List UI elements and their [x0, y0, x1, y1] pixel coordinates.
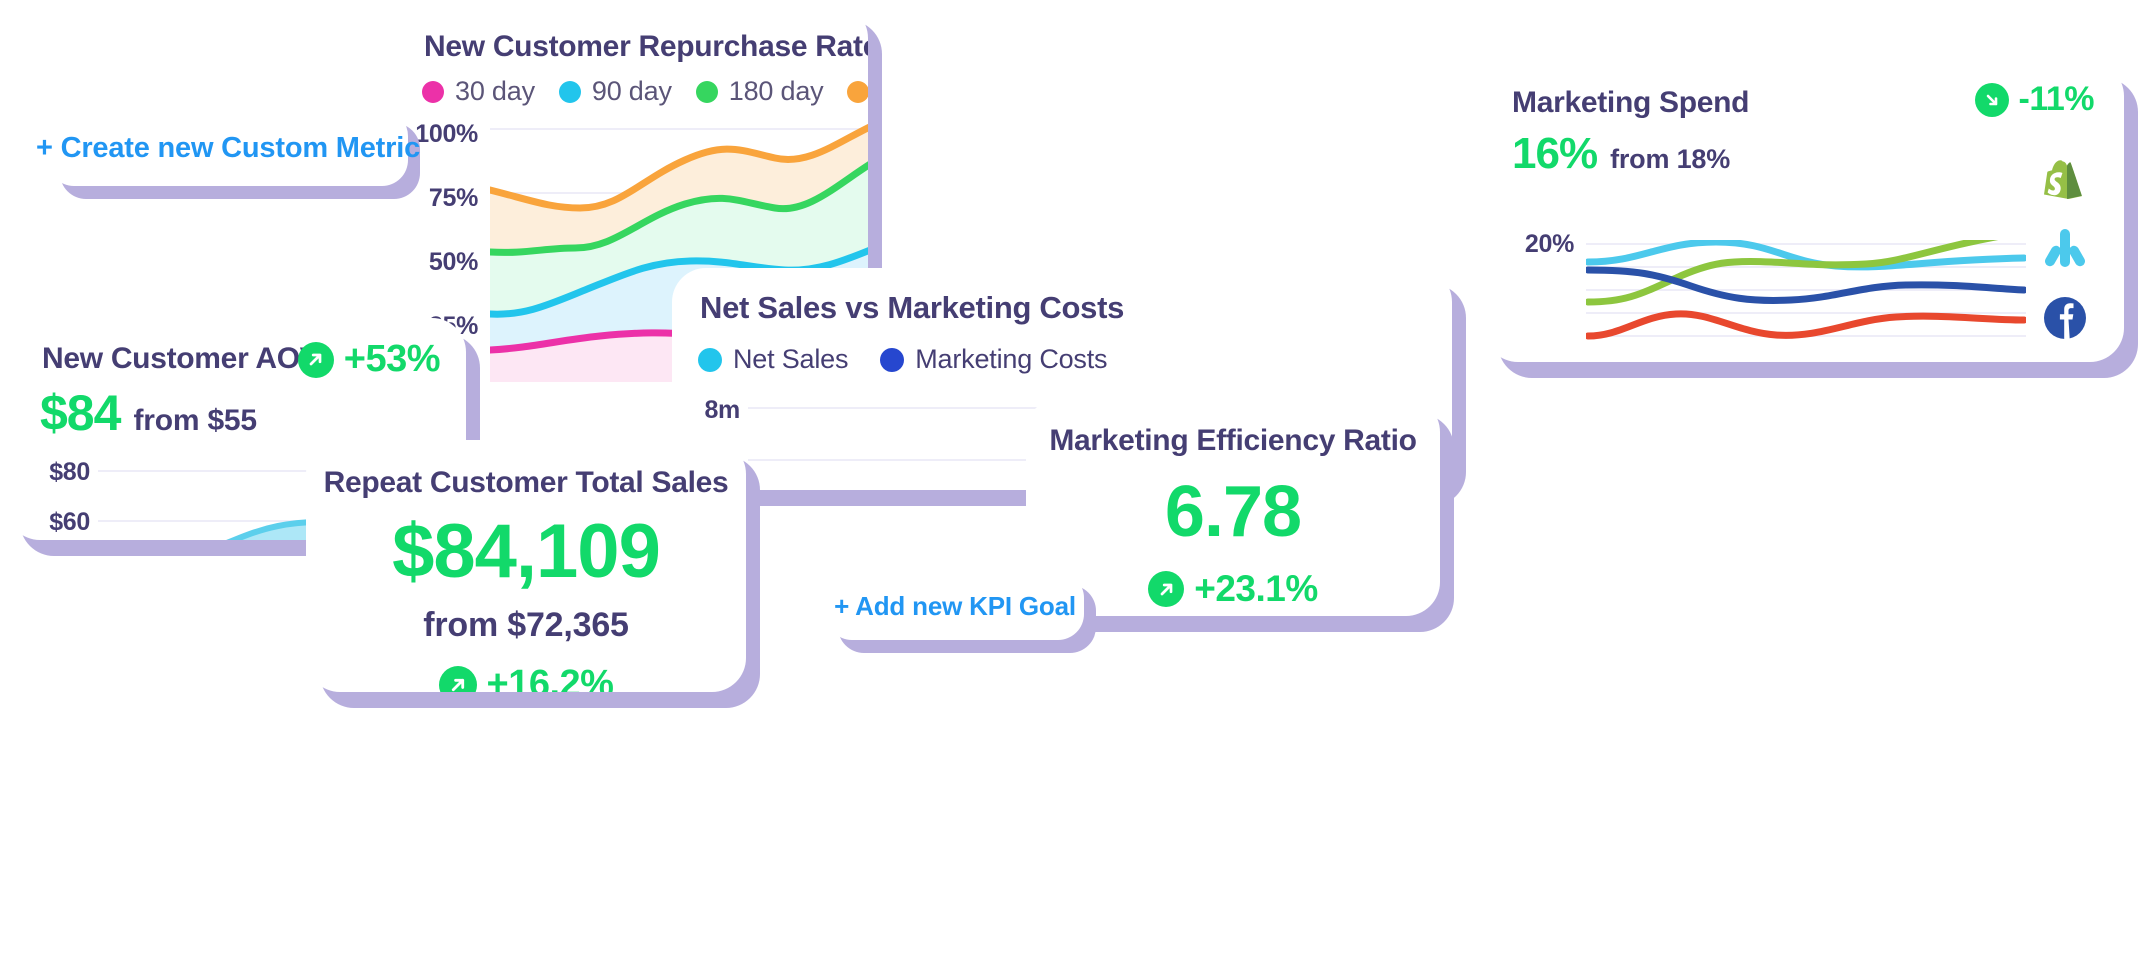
aov-from: from $55	[133, 404, 257, 437]
legend-item-marketing-costs[interactable]: Marketing Costs	[880, 344, 1108, 375]
legend-dot-net-sales	[698, 347, 722, 372]
repeat-sales-value: $84,109	[392, 509, 661, 594]
mer-delta-value: +23.1%	[1194, 568, 1318, 609]
arrow-up-right-icon	[1148, 571, 1185, 607]
marketing-spend-delta-value: -11%	[2018, 80, 2095, 118]
arrow-up-right-icon	[438, 665, 477, 692]
legend-dot-30day	[422, 80, 444, 103]
arrow-up-right-icon	[297, 341, 334, 378]
aov-delta-value: +53%	[343, 338, 441, 380]
aov-ytick-60: $60	[49, 508, 90, 536]
legend-item-net-sales[interactable]: Net Sales	[698, 344, 848, 375]
card-marketing-spend[interactable]: Marketing Spend -11% 16% from 18% 20%	[1484, 62, 2124, 362]
add-new-kpi-goal-label: + Add new KPI Goal	[834, 590, 1076, 621]
create-new-custom-metric-button[interactable]: + Create new Custom Metric	[36, 110, 420, 186]
marketing-spend-delta: -11%	[1974, 80, 2095, 119]
repurchase-legend: 30 day 90 day 180 day 365 day	[422, 76, 868, 107]
legend-item-90day[interactable]: 90 day	[558, 76, 672, 107]
net-sales-legend: Net Sales Marketing Costs	[698, 344, 1108, 375]
net-sales-ytick-8m: 8m	[704, 396, 740, 424]
mer-delta: +23.1%	[1148, 568, 1318, 610]
aov-card-title: New Customer AOV	[42, 342, 320, 375]
legend-dot-180day	[695, 80, 718, 103]
repurchase-card-title: New Customer Repurchase Rate	[424, 30, 868, 63]
legend-dot-365day	[847, 80, 868, 103]
marketing-spend-from: from 18%	[1610, 144, 1731, 174]
aov-delta: +53%	[297, 338, 441, 381]
repeat-sales-from: from $72,365	[423, 606, 629, 644]
aov-value: $84	[40, 385, 121, 441]
legend-label-180day: 180 day	[728, 76, 824, 106]
legend-item-30day[interactable]: 30 day	[422, 76, 535, 107]
aov-value-row: $84 from $55	[40, 388, 257, 438]
card-repeat-customer-total-sales[interactable]: Repeat Customer Total Sales $84,109 from…	[306, 440, 746, 692]
repeat-sales-card-title: Repeat Customer Total Sales	[323, 466, 729, 499]
google-ads-icon[interactable]	[2042, 225, 2088, 271]
repurchase-ytick-50: 50%	[428, 248, 478, 276]
create-new-custom-metric-label: + Create new Custom Metric	[36, 131, 420, 164]
mer-card-title: Marketing Efficiency Ratio	[1049, 424, 1417, 457]
legend-label-30day: 30 day	[455, 76, 535, 106]
repurchase-ytick-75: 75%	[428, 184, 478, 212]
aov-ytick-80: $80	[49, 458, 90, 486]
facebook-icon[interactable]	[2042, 295, 2088, 341]
net-sales-card-title: Net Sales vs Marketing Costs	[700, 290, 1125, 325]
marketing-spend-value-row: 16% from 18%	[1512, 132, 1730, 176]
card-marketing-efficiency-ratio[interactable]: Marketing Efficiency Ratio 6.78 +23.1%	[1026, 398, 1440, 616]
legend-item-180day[interactable]: 180 day	[695, 76, 824, 107]
add-new-kpi-goal-button[interactable]: + Add new KPI Goal	[826, 572, 1084, 640]
arrow-down-right-icon	[1974, 82, 2009, 117]
marketing-spend-line-chart	[1586, 240, 2026, 340]
marketing-spend-ytick-20: 20%	[1524, 230, 1574, 258]
legend-label-90day: 90 day	[591, 76, 672, 106]
marketing-spend-value: 16%	[1512, 129, 1598, 178]
marketing-spend-title: Marketing Spend	[1512, 86, 1750, 119]
repeat-sales-delta-value: +16.2%	[486, 663, 614, 692]
repeat-sales-delta: +16.2%	[438, 663, 614, 692]
mer-value: 6.78	[1164, 472, 1302, 552]
legend-dot-marketing-costs	[880, 347, 905, 372]
legend-dot-90day	[558, 80, 581, 103]
shopify-icon[interactable]	[2042, 155, 2088, 201]
legend-item-365day[interactable]: 365 day	[847, 76, 868, 107]
legend-label-net-sales: Net Sales	[733, 344, 849, 374]
legend-label-marketing-costs: Marketing Costs	[915, 344, 1108, 374]
dashboard-cards-collage: New Customer Repurchase Rate 30 day 90 d…	[0, 0, 2152, 972]
